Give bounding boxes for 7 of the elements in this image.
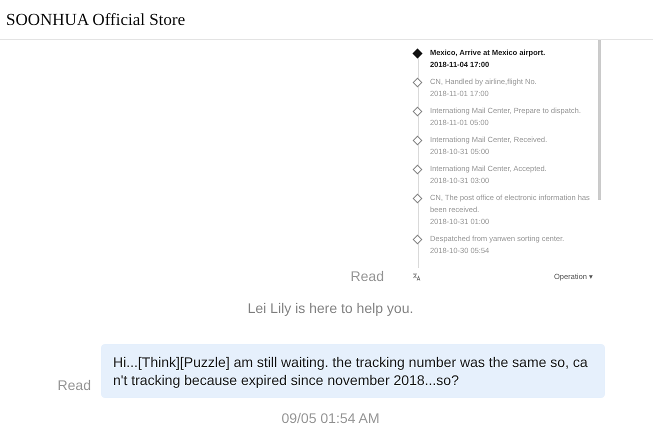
message-bubble: Hi...[Think][Puzzle] am still waiting. the tracking number was the same so, can't tracking because expired since november 2018...so? — [101, 344, 605, 398]
read-status: Read — [58, 377, 91, 393]
message-time: 09/05 01:54 AM — [280, 410, 381, 426]
system-message: Lei Lily is here to help you. — [246, 300, 414, 316]
read-status: Read — [350, 268, 384, 284]
store-title: SOONHUA Official Store — [6, 10, 186, 30]
translate-icon[interactable] — [412, 272, 421, 280]
